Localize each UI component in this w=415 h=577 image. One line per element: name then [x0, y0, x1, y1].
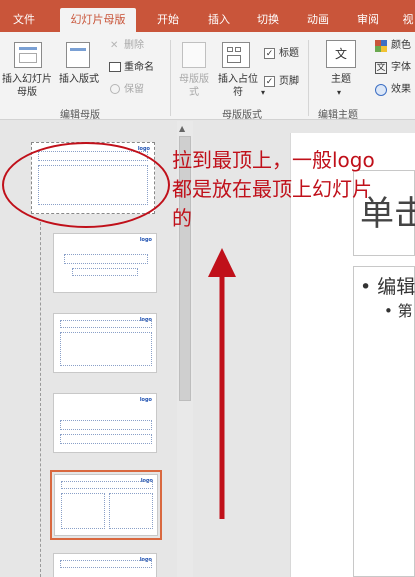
theme-dropdown[interactable]: ▾	[337, 86, 341, 99]
tab-file[interactable]: 文件	[2, 8, 46, 32]
preserve-button[interactable]: 保留	[124, 83, 144, 96]
thumbnail-title-placeholder	[60, 320, 152, 328]
body-bullet-level2: • 第	[384, 302, 413, 320]
insert-slide-master-button[interactable]: 插入幻灯片母版	[2, 73, 52, 99]
insert-placeholder-icon[interactable]	[222, 42, 250, 68]
tab-home[interactable]: 开始	[146, 8, 190, 32]
effects-button[interactable]: 效果	[391, 83, 411, 96]
thumbnail-body-placeholder	[60, 434, 152, 444]
thumbnail-body-placeholder	[60, 332, 152, 366]
fonts-icon: 文	[375, 62, 387, 74]
ribbon-separator	[170, 40, 171, 116]
thumbnail-logo: logo	[139, 397, 152, 403]
tab-slide-master[interactable]: 幻灯片母版	[60, 8, 136, 32]
thumbnail-subtitle-placeholder	[72, 268, 138, 276]
insert-placeholder-button[interactable]: 插入占位符	[214, 73, 262, 99]
annotation-text: 拉到最顶上，一般logo都是放在最顶上幻灯片的	[172, 148, 375, 230]
delete-button[interactable]: 删除	[124, 39, 144, 52]
group-label-edit-theme: 编辑主题	[318, 110, 358, 121]
tab-insert[interactable]: 插入	[197, 8, 241, 32]
layout-thumbnail-selected[interactable]: logo	[50, 470, 162, 540]
layout-thumbnail[interactable]: logo	[53, 553, 157, 577]
fonts-button[interactable]: 字体	[391, 61, 411, 74]
group-label-edit-master: 编辑母版	[60, 110, 100, 121]
effects-icon	[375, 84, 387, 96]
tab-review[interactable]: 审阅	[346, 8, 390, 32]
preserve-icon	[110, 84, 120, 94]
master-layout-button[interactable]: 母版版式	[178, 73, 210, 99]
footer-checkbox[interactable]: ✓	[264, 76, 275, 87]
thumbnail-title-placeholder	[60, 420, 152, 430]
thumbnail-left-content-placeholder	[61, 493, 105, 529]
thumbnail-logo: logo	[139, 237, 152, 243]
layout-thumbnail[interactable]: logo	[53, 393, 157, 453]
tab-transitions[interactable]: 切换	[246, 8, 290, 32]
scroll-up-arrow-icon[interactable]: ▲	[179, 124, 185, 133]
colors-button[interactable]: 颜色	[391, 39, 411, 52]
insert-placeholder-dropdown[interactable]: ▾	[261, 86, 265, 99]
ribbon-tab-bar: 文件 幻灯片母版 开始 插入 切换 动画 审阅 视	[0, 0, 415, 32]
insert-layout-icon[interactable]	[66, 42, 90, 68]
rename-icon	[109, 62, 121, 72]
insert-layout-button[interactable]: 插入版式	[54, 73, 104, 86]
layout-thumbnail[interactable]: logo	[53, 233, 157, 293]
layout-tree-connector	[40, 222, 41, 577]
thumbnail-title-placeholder	[60, 560, 152, 568]
annotation-arrow-up-icon	[208, 248, 236, 519]
colors-icon	[375, 40, 387, 52]
theme-icon[interactable]: 文	[326, 40, 356, 68]
rename-button[interactable]: 重命名	[124, 61, 154, 74]
master-layout-icon[interactable]	[182, 42, 206, 68]
title-checkbox[interactable]: ✓	[264, 48, 275, 59]
thumbnail-title-placeholder	[61, 481, 153, 489]
delete-icon: ✕	[110, 40, 119, 51]
tab-animations[interactable]: 动画	[296, 8, 340, 32]
thumbnail-right-content-placeholder	[109, 493, 153, 529]
group-label-master-layout: 母版版式	[222, 110, 262, 121]
tab-view[interactable]: 视	[396, 8, 415, 32]
footer-checkbox-label: 页脚	[279, 76, 299, 87]
title-checkbox-label: 标题	[279, 48, 299, 59]
body-bullet-level1: • 编辑	[360, 276, 415, 298]
insert-slide-master-icon[interactable]	[14, 42, 42, 68]
layout-thumbnail[interactable]: logo	[53, 313, 157, 373]
annotation-circle	[2, 142, 170, 228]
thumbnail-title-placeholder	[64, 254, 148, 264]
theme-button[interactable]: 主题	[322, 73, 360, 86]
ribbon-separator	[308, 40, 309, 116]
